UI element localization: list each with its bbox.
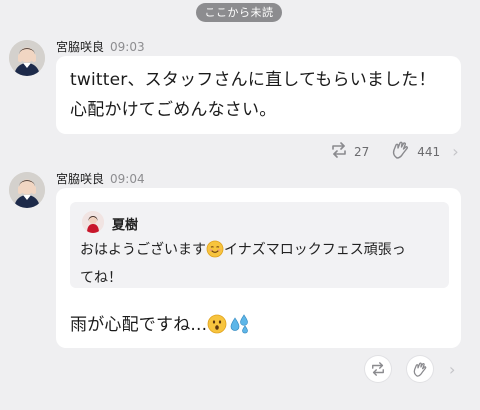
clap-icon: [412, 361, 429, 377]
clap-count: 441: [417, 144, 441, 159]
quoted-author: 夏樹: [112, 218, 139, 233]
message-text: 雨が心配ですね...: [70, 315, 208, 335]
repost-count: 27: [354, 144, 370, 159]
message-header: 宮脇咲良 09:03: [56, 38, 145, 55]
quoted-text: てね！: [80, 270, 122, 286]
quoted-text: イナズマロックフェス頑張っ: [224, 242, 406, 258]
clap-button[interactable]: [407, 356, 433, 382]
reaction-bar: 27 441 ›: [330, 141, 459, 162]
sender-name: 宮脇咲良: [56, 172, 105, 186]
chevron-right-icon[interactable]: ›: [452, 142, 458, 161]
chevron-right-icon[interactable]: ›: [449, 360, 455, 379]
message-text-line: 心配かけてごめんなさい。: [70, 100, 277, 120]
sweat-droplets-icon: [229, 314, 251, 344]
message-bubble[interactable]: 夏樹 おはようございます イナズマロックフェス頑張っ てね！ 雨が心配ですね..…: [56, 188, 461, 348]
clap-icon: [391, 141, 411, 162]
smiling-face-icon: [206, 240, 224, 266]
clap-reaction[interactable]: 441: [391, 141, 440, 162]
repost-icon: [370, 362, 386, 376]
unread-divider: ここから未読: [196, 3, 282, 22]
message-time: 09:03: [110, 40, 145, 54]
sender-name: 宮脇咲良: [56, 40, 105, 54]
message-header: 宮脇咲良 09:04: [56, 170, 145, 187]
message-time: 09:04: [110, 172, 145, 186]
message-text-line: twitter、スタッフさんに直してもらいました！: [70, 70, 436, 90]
avatar: [82, 211, 104, 233]
quoted-text: おはようございます: [80, 242, 206, 258]
quoted-message[interactable]: 夏樹 おはようございます イナズマロックフェス頑張っ てね！: [70, 202, 449, 288]
astonished-face-icon: [207, 314, 227, 344]
repost-reaction[interactable]: 27: [330, 142, 369, 161]
reaction-bar: ›: [365, 356, 455, 382]
chat-timeline: ここから未読 宮脇咲良 09:03 twitter、スタッフさんに直してもらいまし…: [0, 0, 480, 410]
avatar[interactable]: [9, 172, 45, 208]
repost-icon: [330, 142, 348, 161]
message-bubble[interactable]: twitter、スタッフさんに直してもらいました！ 心配かけてごめんなさい。: [56, 56, 461, 134]
avatar[interactable]: [9, 40, 45, 76]
repost-button[interactable]: [365, 356, 391, 382]
